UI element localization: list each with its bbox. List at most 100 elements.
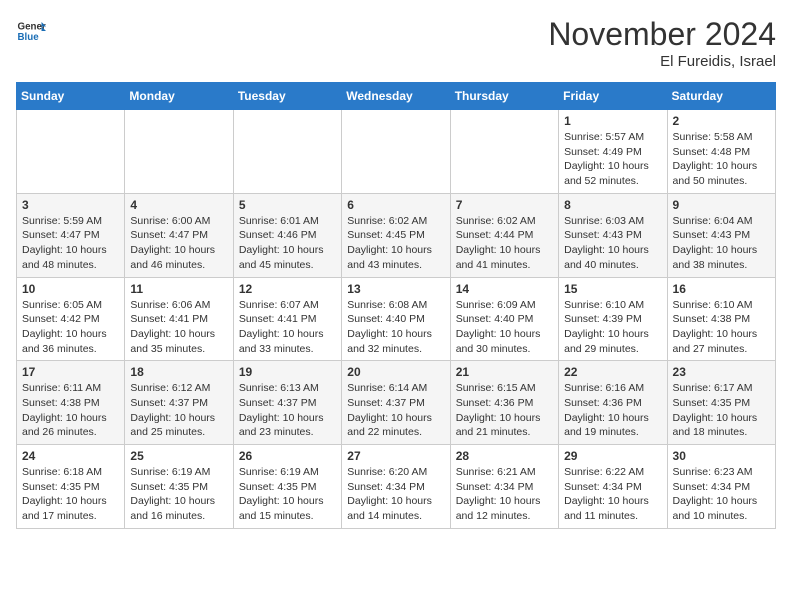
day-number: 22 [564, 365, 661, 379]
calendar-day-cell: 12 Sunrise: 6:07 AMSunset: 4:41 PMDayligh… [233, 277, 341, 361]
day-info: Sunrise: 6:23 AMSunset: 4:34 PMDaylight:… [673, 465, 770, 524]
calendar-day-cell: 4 Sunrise: 6:00 AMSunset: 4:47 PMDaylight… [125, 193, 233, 277]
day-number: 4 [130, 198, 227, 212]
day-info: Sunrise: 6:16 AMSunset: 4:36 PMDaylight:… [564, 381, 661, 440]
calendar-day-cell: 24Sunrise: 6:18 AMSunset: 4:35 PMDayligh… [17, 445, 125, 529]
day-number: 8 [564, 198, 661, 212]
day-number: 24 [22, 449, 119, 463]
day-number: 18 [130, 365, 227, 379]
day-number: 12 [239, 282, 336, 296]
weekday-header-row: SundayMondayTuesdayWednesdayThursdayFrid… [17, 83, 776, 110]
calendar-week-row: 3 Sunrise: 5:59 AMSunset: 4:47 PMDaylight… [17, 193, 776, 277]
day-number: 15 [564, 282, 661, 296]
day-info: Sunrise: 6:04 AMSunset: 4:43 PMDaylight:… [673, 214, 770, 273]
day-info: Sunrise: 6:19 AMSunset: 4:35 PMDaylight:… [239, 465, 336, 524]
calendar-week-row: 10Sunrise: 6:05 AMSunset: 4:42 PMDayligh… [17, 277, 776, 361]
logo-icon: General Blue [16, 16, 46, 46]
calendar-week-row: 1 Sunrise: 5:57 AMSunset: 4:49 PMDaylight… [17, 110, 776, 194]
day-info: Sunrise: 5:58 AMSunset: 4:48 PMDaylight:… [673, 130, 770, 189]
calendar-day-cell [125, 110, 233, 194]
day-info: Sunrise: 6:13 AMSunset: 4:37 PMDaylight:… [239, 381, 336, 440]
day-number: 19 [239, 365, 336, 379]
weekday-header: Tuesday [233, 83, 341, 110]
calendar-day-cell: 8 Sunrise: 6:03 AMSunset: 4:43 PMDaylight… [559, 193, 667, 277]
weekday-header: Saturday [667, 83, 775, 110]
day-info: Sunrise: 6:19 AMSunset: 4:35 PMDaylight:… [130, 465, 227, 524]
day-info: Sunrise: 6:21 AMSunset: 4:34 PMDaylight:… [456, 465, 553, 524]
weekday-header: Sunday [17, 83, 125, 110]
day-number: 17 [22, 365, 119, 379]
title-section: November 2024 El Fureidis, Israel [548, 16, 776, 70]
calendar-day-cell [342, 110, 450, 194]
day-number: 20 [347, 365, 444, 379]
calendar-day-cell: 27Sunrise: 6:20 AMSunset: 4:34 PMDayligh… [342, 445, 450, 529]
day-info: Sunrise: 6:00 AMSunset: 4:47 PMDaylight:… [130, 214, 227, 273]
calendar-day-cell: 23 Sunrise: 6:17 AMSunset: 4:35 PMDayligh… [667, 361, 775, 445]
calendar-day-cell: 7 Sunrise: 6:02 AMSunset: 4:44 PMDaylight… [450, 193, 558, 277]
calendar-day-cell: 18 Sunrise: 6:12 AMSunset: 4:37 PMDayligh… [125, 361, 233, 445]
day-number: 14 [456, 282, 553, 296]
day-number: 6 [347, 198, 444, 212]
calendar-day-cell: 25Sunrise: 6:19 AMSunset: 4:35 PMDayligh… [125, 445, 233, 529]
calendar-day-cell: 30 Sunrise: 6:23 AMSunset: 4:34 PMDayligh… [667, 445, 775, 529]
calendar-day-cell: 21Sunrise: 6:15 AMSunset: 4:36 PMDayligh… [450, 361, 558, 445]
day-info: Sunrise: 6:22 AMSunset: 4:34 PMDaylight:… [564, 465, 661, 524]
svg-text:Blue: Blue [18, 32, 40, 43]
day-number: 23 [673, 365, 770, 379]
calendar-day-cell: 20 Sunrise: 6:14 AMSunset: 4:37 PMDayligh… [342, 361, 450, 445]
day-number: 2 [673, 114, 770, 128]
calendar-day-cell: 13Sunrise: 6:08 AMSunset: 4:40 PMDayligh… [342, 277, 450, 361]
calendar-day-cell: 26Sunrise: 6:19 AMSunset: 4:35 PMDayligh… [233, 445, 341, 529]
calendar-day-cell: 1 Sunrise: 5:57 AMSunset: 4:49 PMDaylight… [559, 110, 667, 194]
day-info: Sunrise: 6:14 AMSunset: 4:37 PMDaylight:… [347, 381, 444, 440]
day-number: 11 [130, 282, 227, 296]
day-number: 1 [564, 114, 661, 128]
calendar-day-cell: 29 Sunrise: 6:22 AMSunset: 4:34 PMDayligh… [559, 445, 667, 529]
logo: General Blue [16, 16, 46, 46]
day-info: Sunrise: 6:11 AMSunset: 4:38 PMDaylight:… [22, 381, 119, 440]
calendar-day-cell: 28Sunrise: 6:21 AMSunset: 4:34 PMDayligh… [450, 445, 558, 529]
day-info: Sunrise: 5:59 AMSunset: 4:47 PMDaylight:… [22, 214, 119, 273]
day-info: Sunrise: 6:02 AMSunset: 4:45 PMDaylight:… [347, 214, 444, 273]
month-year-title: November 2024 [548, 16, 776, 53]
day-info: Sunrise: 6:10 AMSunset: 4:39 PMDaylight:… [564, 298, 661, 357]
weekday-header: Monday [125, 83, 233, 110]
day-info: Sunrise: 5:57 AMSunset: 4:49 PMDaylight:… [564, 130, 661, 189]
day-info: Sunrise: 6:03 AMSunset: 4:43 PMDaylight:… [564, 214, 661, 273]
day-number: 3 [22, 198, 119, 212]
day-info: Sunrise: 6:20 AMSunset: 4:34 PMDaylight:… [347, 465, 444, 524]
calendar-day-cell: 17 Sunrise: 6:11 AMSunset: 4:38 PMDayligh… [17, 361, 125, 445]
calendar-day-cell: 9 Sunrise: 6:04 AMSunset: 4:43 PMDaylight… [667, 193, 775, 277]
calendar-day-cell: 6 Sunrise: 6:02 AMSunset: 4:45 PMDaylight… [342, 193, 450, 277]
calendar-day-cell: 10Sunrise: 6:05 AMSunset: 4:42 PMDayligh… [17, 277, 125, 361]
calendar-day-cell [450, 110, 558, 194]
calendar-day-cell: 11 Sunrise: 6:06 AMSunset: 4:41 PMDayligh… [125, 277, 233, 361]
day-number: 9 [673, 198, 770, 212]
calendar-table: SundayMondayTuesdayWednesdayThursdayFrid… [16, 82, 776, 529]
calendar-day-cell: 22 Sunrise: 6:16 AMSunset: 4:36 PMDayligh… [559, 361, 667, 445]
calendar-day-cell: 15 Sunrise: 6:10 AMSunset: 4:39 PMDayligh… [559, 277, 667, 361]
calendar-day-cell: 14 Sunrise: 6:09 AMSunset: 4:40 PMDayligh… [450, 277, 558, 361]
page-header: General Blue November 2024 El Fureidis, … [16, 16, 776, 70]
day-number: 29 [564, 449, 661, 463]
calendar-day-cell: 3 Sunrise: 5:59 AMSunset: 4:47 PMDaylight… [17, 193, 125, 277]
location-label: El Fureidis, Israel [548, 53, 776, 70]
weekday-header: Thursday [450, 83, 558, 110]
day-info: Sunrise: 6:05 AMSunset: 4:42 PMDaylight:… [22, 298, 119, 357]
day-info: Sunrise: 6:02 AMSunset: 4:44 PMDaylight:… [456, 214, 553, 273]
calendar-day-cell [17, 110, 125, 194]
calendar-day-cell: 16Sunrise: 6:10 AMSunset: 4:38 PMDayligh… [667, 277, 775, 361]
day-number: 30 [673, 449, 770, 463]
day-info: Sunrise: 6:09 AMSunset: 4:40 PMDaylight:… [456, 298, 553, 357]
calendar-week-row: 24Sunrise: 6:18 AMSunset: 4:35 PMDayligh… [17, 445, 776, 529]
calendar-day-cell: 2 Sunrise: 5:58 AMSunset: 4:48 PMDaylight… [667, 110, 775, 194]
day-number: 13 [347, 282, 444, 296]
day-info: Sunrise: 6:15 AMSunset: 4:36 PMDaylight:… [456, 381, 553, 440]
day-info: Sunrise: 6:01 AMSunset: 4:46 PMDaylight:… [239, 214, 336, 273]
day-info: Sunrise: 6:06 AMSunset: 4:41 PMDaylight:… [130, 298, 227, 357]
day-info: Sunrise: 6:17 AMSunset: 4:35 PMDaylight:… [673, 381, 770, 440]
day-info: Sunrise: 6:12 AMSunset: 4:37 PMDaylight:… [130, 381, 227, 440]
day-number: 7 [456, 198, 553, 212]
calendar-day-cell: 5Sunrise: 6:01 AMSunset: 4:46 PMDaylight… [233, 193, 341, 277]
day-info: Sunrise: 6:07 AMSunset: 4:41 PMDaylight:… [239, 298, 336, 357]
